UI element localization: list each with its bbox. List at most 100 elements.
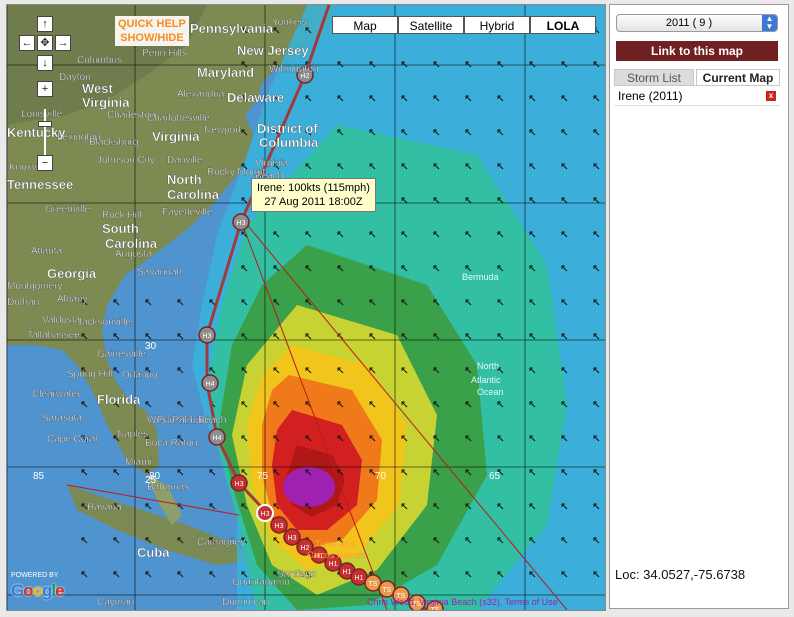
map-place-label: Miami (125, 457, 152, 468)
quick-help-toggle[interactable]: QUICK HELP SHOW/HIDE (115, 16, 189, 46)
map-type-hybrid[interactable]: Hybrid (464, 16, 530, 34)
track-point-label: H3 (237, 220, 246, 227)
powered-by-label: POWERED BY (11, 572, 59, 579)
map-place-label: Sarasota (42, 413, 82, 424)
map-place-label: Atlanta (31, 246, 63, 257)
map-place-label: Cape Coral (47, 434, 98, 445)
select-arrows-icon: ▲ ▼ (762, 15, 777, 31)
track-point[interactable]: H3 (256, 504, 274, 522)
map-place-label: Augusta (115, 249, 152, 260)
map-place-label: Pennsylvania (190, 21, 274, 36)
track-point[interactable]: H3 (230, 474, 248, 492)
track-point[interactable]: H3 (232, 213, 250, 231)
quick-help-line2: SHOW/HIDE (120, 32, 184, 44)
map-place-label: South (102, 221, 139, 236)
map-place-label: Maryland (197, 65, 254, 80)
link-to-map-button[interactable]: Link to this map (616, 41, 778, 61)
map-place-label: Valdosta (42, 315, 81, 326)
map-place-label: Charlottesville (147, 113, 210, 124)
map-place-label: Greenville (45, 204, 90, 215)
map-place-label: Danville (167, 155, 203, 166)
track-point[interactable]: H4 (201, 374, 219, 392)
track-point-label: H4 (213, 435, 222, 442)
map-place-label: Bermuda (462, 272, 499, 282)
quick-help-line1: QUICK HELP (118, 18, 186, 30)
tooltip-line1: Irene: 100kts (115mph) (257, 182, 370, 194)
track-point-label: H1 (355, 575, 364, 582)
tab-divider (614, 85, 780, 86)
map-svg[interactable]: H2H3H3H4H4H3H3H3H3H2H1H1H1H1TSTSTSTSTS P… (7, 5, 605, 610)
map-place-label: Virginia (152, 129, 200, 144)
map-place-label: New Jersey (237, 43, 309, 58)
map-place-label: Newport (204, 125, 241, 136)
arrow-up-icon[interactable]: ↑ (37, 16, 53, 32)
google-logo[interactable]: Google (11, 581, 65, 601)
location-readout: Loc: 34.0527,-75.6738 (615, 567, 746, 582)
track-point[interactable]: H4 (208, 428, 226, 446)
arrow-left-icon[interactable]: ← (19, 35, 35, 51)
track-point-label: H1 (343, 569, 352, 576)
map-place-label: Clearwater (32, 389, 81, 400)
map-place-label: Tennessee (7, 177, 73, 192)
track-point[interactable]: H3 (270, 516, 288, 534)
map-type-lola[interactable]: LOLA (530, 16, 596, 34)
map-place-label: Naples (117, 429, 148, 440)
track-point-label: H1 (329, 561, 338, 568)
map-place-label: Carolina (167, 187, 220, 202)
year-select[interactable]: 2011 ( 9 ) ▲ ▼ (616, 14, 778, 32)
tab-current-map[interactable]: Current Map (696, 69, 780, 85)
map-place-label: West (82, 81, 113, 96)
map-attribution[interactable]: Chris Wood, Virginia Beach (s32), Terms … (367, 597, 558, 607)
map-place-label: Alexandria (177, 89, 225, 100)
track-point[interactable]: H3 (198, 326, 216, 344)
storm-tooltip: Irene: 100kts (115mph) 27 Aug 2011 18:00… (251, 178, 376, 212)
map-place-label: Johnson City (97, 155, 155, 166)
map-place-label: Rocky Mount (207, 167, 266, 178)
map-place-label: Gainesville (97, 349, 146, 360)
map-place-label: District of (257, 121, 318, 136)
map-place-label: Atlantic (471, 375, 501, 385)
map-place-label: Albany (57, 294, 88, 305)
track-point-label: H3 (288, 535, 297, 542)
center-icon[interactable]: ✥ (37, 35, 53, 51)
close-icon[interactable]: x (766, 91, 776, 101)
track-point-label: TS (383, 587, 392, 594)
arrow-down-icon[interactable]: ↓ (37, 55, 53, 71)
map-place-label: Havana (87, 502, 122, 513)
map-place-label: Spring Hill (67, 369, 113, 380)
longitude-label: 75 (257, 471, 269, 482)
storm-name[interactable]: Irene (2011) (618, 87, 682, 105)
map-place-label: Florida (97, 392, 141, 407)
storm-list-item[interactable]: Irene (2011) x (614, 87, 780, 106)
arrow-right-icon[interactable]: → (55, 35, 71, 51)
track-point-label: H3 (203, 333, 212, 340)
zoom-slider-thumb[interactable] (38, 121, 52, 127)
zoom-slider-track[interactable] (44, 109, 46, 157)
track-point-label: TS (369, 581, 378, 588)
map-place-label: Cayman (97, 597, 134, 608)
plus-icon[interactable]: + (37, 81, 53, 97)
map-type-satellite[interactable]: Satellite (398, 16, 464, 34)
map-place-label: West Palm Beach (147, 415, 226, 426)
map-place-label: Ocean (477, 387, 504, 397)
track-point-label: H4 (206, 381, 215, 388)
tab-storm-list[interactable]: Storm List (614, 69, 694, 85)
map-place-label: Camagüey (197, 537, 245, 548)
map-place-label: Delaware (227, 90, 284, 105)
longitude-label: 80 (149, 471, 161, 482)
map-place-label: North (167, 172, 202, 187)
longitude-label: 65 (489, 471, 501, 482)
map-place-label: Orlando (122, 370, 158, 381)
map-place-label: Wilmington (269, 64, 318, 75)
minus-icon[interactable]: − (37, 155, 53, 171)
map-place-label: Columbia (259, 135, 319, 150)
longitude-label: 85 (33, 471, 45, 482)
map-place-label: Georgia (47, 266, 97, 281)
map-place-label: Blacksburg (89, 137, 138, 148)
map-place-label: Fayetteville (162, 207, 213, 218)
map-place-label: North (477, 361, 499, 371)
map-place-label: Cuba (137, 545, 170, 560)
map-canvas[interactable]: H2H3H3H4H4H3H3H3H3H2H1H1H1H1TSTSTSTSTS P… (6, 4, 606, 611)
map-type-map[interactable]: Map (332, 16, 398, 34)
map-place-label: Penn Hills (142, 48, 187, 59)
